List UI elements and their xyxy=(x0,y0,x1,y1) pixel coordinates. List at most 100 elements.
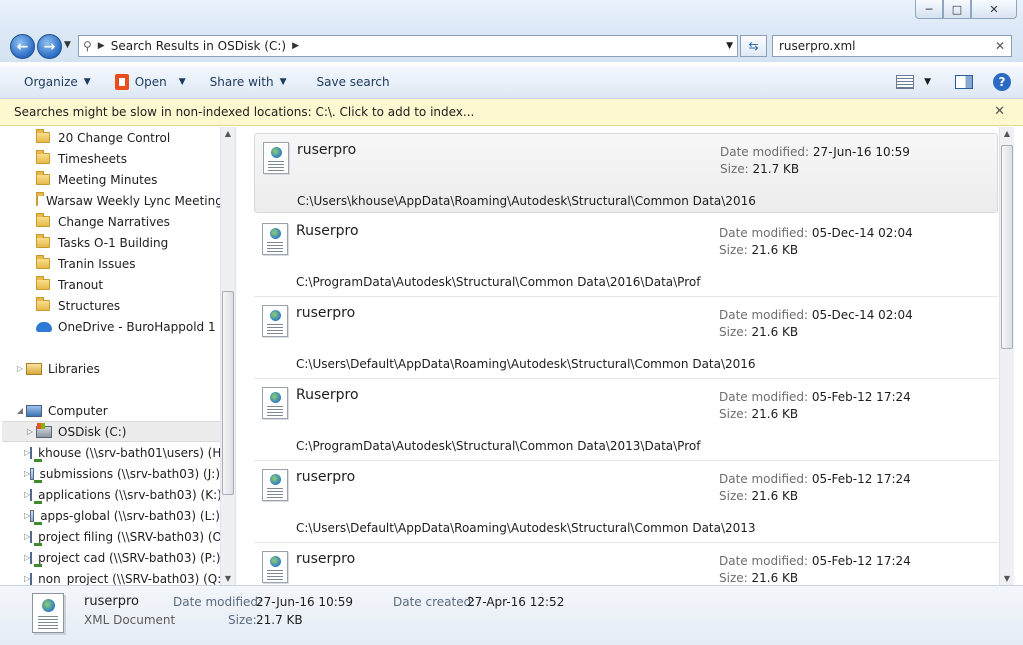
back-button[interactable]: ← xyxy=(10,34,35,59)
nav-item-libraries[interactable]: ▷ Libraries xyxy=(14,358,234,379)
nav-item-computer[interactable]: ◢ Computer xyxy=(14,400,234,421)
breadcrumb-location[interactable]: Search Results in OSDisk (C:) xyxy=(111,39,286,53)
share-with-button[interactable]: Share with ▼ xyxy=(198,66,299,98)
view-options-dropdown-icon[interactable]: ▼ xyxy=(924,77,931,87)
toolbar-right: ▼ ? xyxy=(896,66,1011,98)
arrow-right-icon: → xyxy=(43,38,56,55)
nav-item-network-drive[interactable]: ▷ khouse (\\srv-bath01\users) (H:) xyxy=(24,442,220,463)
window-controls: ─ □ ✕ xyxy=(915,0,1017,19)
preview-pane-icon[interactable] xyxy=(955,75,973,89)
expand-arrow-icon[interactable]: ▷ xyxy=(24,427,36,436)
index-info-bar[interactable]: Searches might be slow in non-indexed lo… xyxy=(0,99,1023,126)
folder-icon xyxy=(36,171,50,185)
nav-folder-item[interactable]: 20 Change Control xyxy=(36,127,235,148)
nav-item-network-drive[interactable]: ▷ project cad (\\SRV-bath03) (P:) xyxy=(24,547,220,568)
breadcrumb-chevron-icon[interactable]: ▶ xyxy=(292,41,299,51)
result-item[interactable]: ruserpro Date modified: 05-Dec-14 02:04 … xyxy=(254,297,998,379)
folder-icon xyxy=(36,255,50,269)
result-item[interactable]: Ruserpro Date modified: 05-Dec-14 02:04 … xyxy=(254,215,998,297)
result-item[interactable]: Ruserpro Date modified: 05-Feb-12 17:24 … xyxy=(254,379,998,461)
size-value: 21.6 KB xyxy=(751,243,799,257)
nav-folder-item[interactable]: Tranout xyxy=(36,274,235,295)
date-modified-value: 05-Feb-12 17:24 xyxy=(811,390,911,404)
nav-item-network-drive[interactable]: ▷ apps-global (\\srv-bath03) (L:) xyxy=(24,505,220,526)
organize-label: Organize xyxy=(24,75,78,89)
scroll-down-icon[interactable]: ▼ xyxy=(221,574,235,583)
address-row: ← → ▼ ⚲ ▶ Search Results in OSDisk (C:) … xyxy=(0,30,1023,62)
nav-item-label: OSDisk (C:) xyxy=(58,424,127,439)
nav-item-label: project cad (\\SRV-bath03) (P:) xyxy=(38,550,220,565)
search-box[interactable]: ruserpro.xml ✕ xyxy=(772,35,1012,57)
nav-scroll-thumb[interactable] xyxy=(222,291,234,495)
nav-item-label: project filing (\\SRV-bath03) (O:) xyxy=(38,529,220,544)
nav-folder-item[interactable]: Meeting Minutes xyxy=(36,169,235,190)
nav-item-osdisk[interactable]: ▷ OSDisk (C:) xyxy=(2,421,220,442)
results-scrollbar[interactable]: ▲ ▼ xyxy=(999,127,1014,585)
xml-file-icon xyxy=(262,387,288,419)
result-item[interactable]: ruserpro Date modified: 05-Feb-12 17:24 … xyxy=(254,543,998,585)
result-name: Ruserpro xyxy=(296,223,359,239)
result-meta: Date modified: 27-Jun-16 10:59 Size: 21.… xyxy=(720,144,910,178)
nav-item-label: Computer xyxy=(48,403,108,418)
close-window-button[interactable]: ✕ xyxy=(971,0,1017,19)
date-modified-label: Date modified: xyxy=(719,390,809,404)
address-dropdown-icon[interactable]: ▼ xyxy=(726,41,733,51)
minimize-button[interactable]: ─ xyxy=(915,0,943,19)
nav-folder-item[interactable]: Tasks O-1 Building xyxy=(36,232,235,253)
organize-button[interactable]: Organize ▼ xyxy=(0,66,103,98)
nav-pane-scrollbar[interactable]: ▲ ▼ xyxy=(220,127,235,585)
nav-item-label: 20 Change Control xyxy=(58,130,171,145)
result-name: Ruserpro xyxy=(296,387,359,403)
details-size-label: Size: xyxy=(228,613,257,627)
chevron-down-icon: ▼ xyxy=(279,77,287,87)
help-icon[interactable]: ? xyxy=(993,73,1011,91)
onedrive-cloud-icon xyxy=(36,321,52,332)
scroll-up-icon[interactable]: ▲ xyxy=(221,129,235,138)
folder-icon xyxy=(36,129,50,143)
nav-folder-item[interactable]: Warsaw Weekly Lync Meetings xyxy=(36,190,220,211)
change-view-icon[interactable] xyxy=(896,75,915,89)
results-scroll-thumb[interactable] xyxy=(1001,145,1013,349)
scroll-down-icon[interactable]: ▼ xyxy=(1000,574,1014,583)
nav-item-onedrive[interactable]: OneDrive - BuroHappold 1 xyxy=(36,316,235,337)
result-meta: Date modified: 05-Feb-12 17:24 Size: 21.… xyxy=(719,471,911,505)
nav-item-network-drive[interactable]: ▷ non_project (\\SRV-bath03) (Q:) xyxy=(24,568,220,585)
details-pane: ruserpro XML Document Date modified: 27-… xyxy=(0,585,1023,645)
scroll-up-icon[interactable]: ▲ xyxy=(1000,129,1014,138)
date-modified-label: Date modified: xyxy=(719,308,809,322)
open-button[interactable]: Open ▼ xyxy=(103,66,198,98)
clear-search-icon[interactable]: ✕ xyxy=(995,39,1005,53)
address-bar[interactable]: ⚲ ▶ Search Results in OSDisk (C:) ▶ ▼ xyxy=(78,35,738,57)
nav-folder-item[interactable]: Tranin Issues xyxy=(36,253,235,274)
nav-item-network-drive[interactable]: ▷ project filing (\\SRV-bath03) (O:) xyxy=(24,526,220,547)
computer-icon xyxy=(26,404,42,417)
maximize-button[interactable]: □ xyxy=(943,0,971,19)
close-info-bar-icon[interactable]: ✕ xyxy=(994,104,1005,119)
search-input[interactable]: ruserpro.xml xyxy=(779,39,855,53)
size-value: 21.6 KB xyxy=(751,325,799,339)
nav-item-network-drive[interactable]: ▷ applications (\\srv-bath03) (K:) xyxy=(24,484,220,505)
xml-file-icon xyxy=(32,593,64,633)
save-search-button[interactable]: Save search xyxy=(299,66,402,98)
save-search-label: Save search xyxy=(316,75,390,89)
details-created-value: 27-Apr-16 12:52 xyxy=(467,595,565,609)
nav-folder-item[interactable]: Timesheets xyxy=(36,148,235,169)
result-name: ruserpro xyxy=(296,469,356,485)
date-modified-label: Date modified: xyxy=(719,226,809,240)
nav-item-network-drive[interactable]: ▷ submissions (\\srv-bath03) (J:) xyxy=(24,463,220,484)
date-modified-value: 27-Jun-16 10:59 xyxy=(812,145,910,159)
result-item[interactable]: ruserpro Date modified: 27-Jun-16 10:59 … xyxy=(254,133,998,213)
arrow-left-icon: ← xyxy=(16,38,29,55)
date-modified-value: 05-Dec-14 02:04 xyxy=(811,226,913,240)
nav-folder-item[interactable]: Structures xyxy=(36,295,235,316)
info-bar-message[interactable]: Searches might be slow in non-indexed lo… xyxy=(14,105,474,119)
result-item[interactable]: ruserpro Date modified: 05-Feb-12 17:24 … xyxy=(254,461,998,543)
refresh-button[interactable]: ⇆ xyxy=(740,35,767,57)
search-results-pane: ruserpro Date modified: 27-Jun-16 10:59 … xyxy=(237,127,1023,585)
breadcrumb-chevron-icon[interactable]: ▶ xyxy=(98,41,105,51)
expand-arrow-icon[interactable]: ▷ xyxy=(14,364,26,373)
nav-folder-item[interactable]: Change Narratives xyxy=(36,211,235,232)
collapse-arrow-icon[interactable]: ◢ xyxy=(14,406,26,415)
recent-pages-dropdown[interactable]: ▼ xyxy=(64,40,71,50)
forward-button[interactable]: → xyxy=(37,34,62,59)
